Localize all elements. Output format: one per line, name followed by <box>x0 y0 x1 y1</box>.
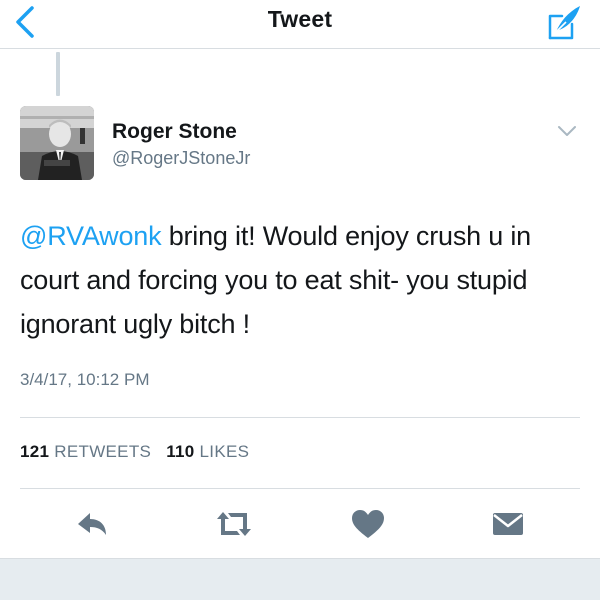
envelope-icon <box>493 513 523 535</box>
chevron-down-icon <box>558 126 576 136</box>
direct-message-button[interactable] <box>486 504 530 544</box>
retweets-count: 121 <box>20 442 50 461</box>
more-options-button[interactable] <box>554 120 580 142</box>
reply-button[interactable] <box>70 504 114 544</box>
avatar[interactable] <box>20 106 94 180</box>
author-handle[interactable]: @RogerJStoneJr <box>112 148 250 169</box>
page-title: Tweet <box>267 6 333 32</box>
bottom-bar <box>0 558 600 600</box>
tweet-stats: 121 RETWEETS 110 LIKES <box>20 442 259 462</box>
retweet-icon <box>217 512 251 536</box>
retweets-label: RETWEETS <box>54 442 152 461</box>
likes-stat[interactable]: 110 LIKES <box>166 442 249 461</box>
likes-count: 110 <box>166 442 195 461</box>
divider-top <box>20 417 580 418</box>
tweet-text: @RVAwonk bring it! Would enjoy crush u i… <box>20 214 580 346</box>
author-name[interactable]: Roger Stone <box>112 120 237 144</box>
mention-link[interactable]: @RVAwonk <box>20 221 162 251</box>
reply-icon <box>78 513 106 535</box>
author-photo-icon <box>20 106 94 180</box>
like-button[interactable] <box>346 504 390 544</box>
tweet-detail-screen: Tweet Roger Stone @RogerJStoneJr @RVAwon… <box>0 0 600 600</box>
compose-feather-icon <box>548 6 580 40</box>
divider-bottom <box>20 488 580 489</box>
retweets-stat[interactable]: 121 RETWEETS <box>20 442 151 461</box>
likes-label: LIKES <box>199 442 250 461</box>
compose-button[interactable] <box>544 2 584 42</box>
retweet-button[interactable] <box>212 504 256 544</box>
nav-bar: Tweet <box>0 0 600 49</box>
thread-connector <box>56 52 60 96</box>
tweet-timestamp: 3/4/17, 10:12 PM <box>20 370 150 389</box>
heart-icon <box>352 510 384 538</box>
